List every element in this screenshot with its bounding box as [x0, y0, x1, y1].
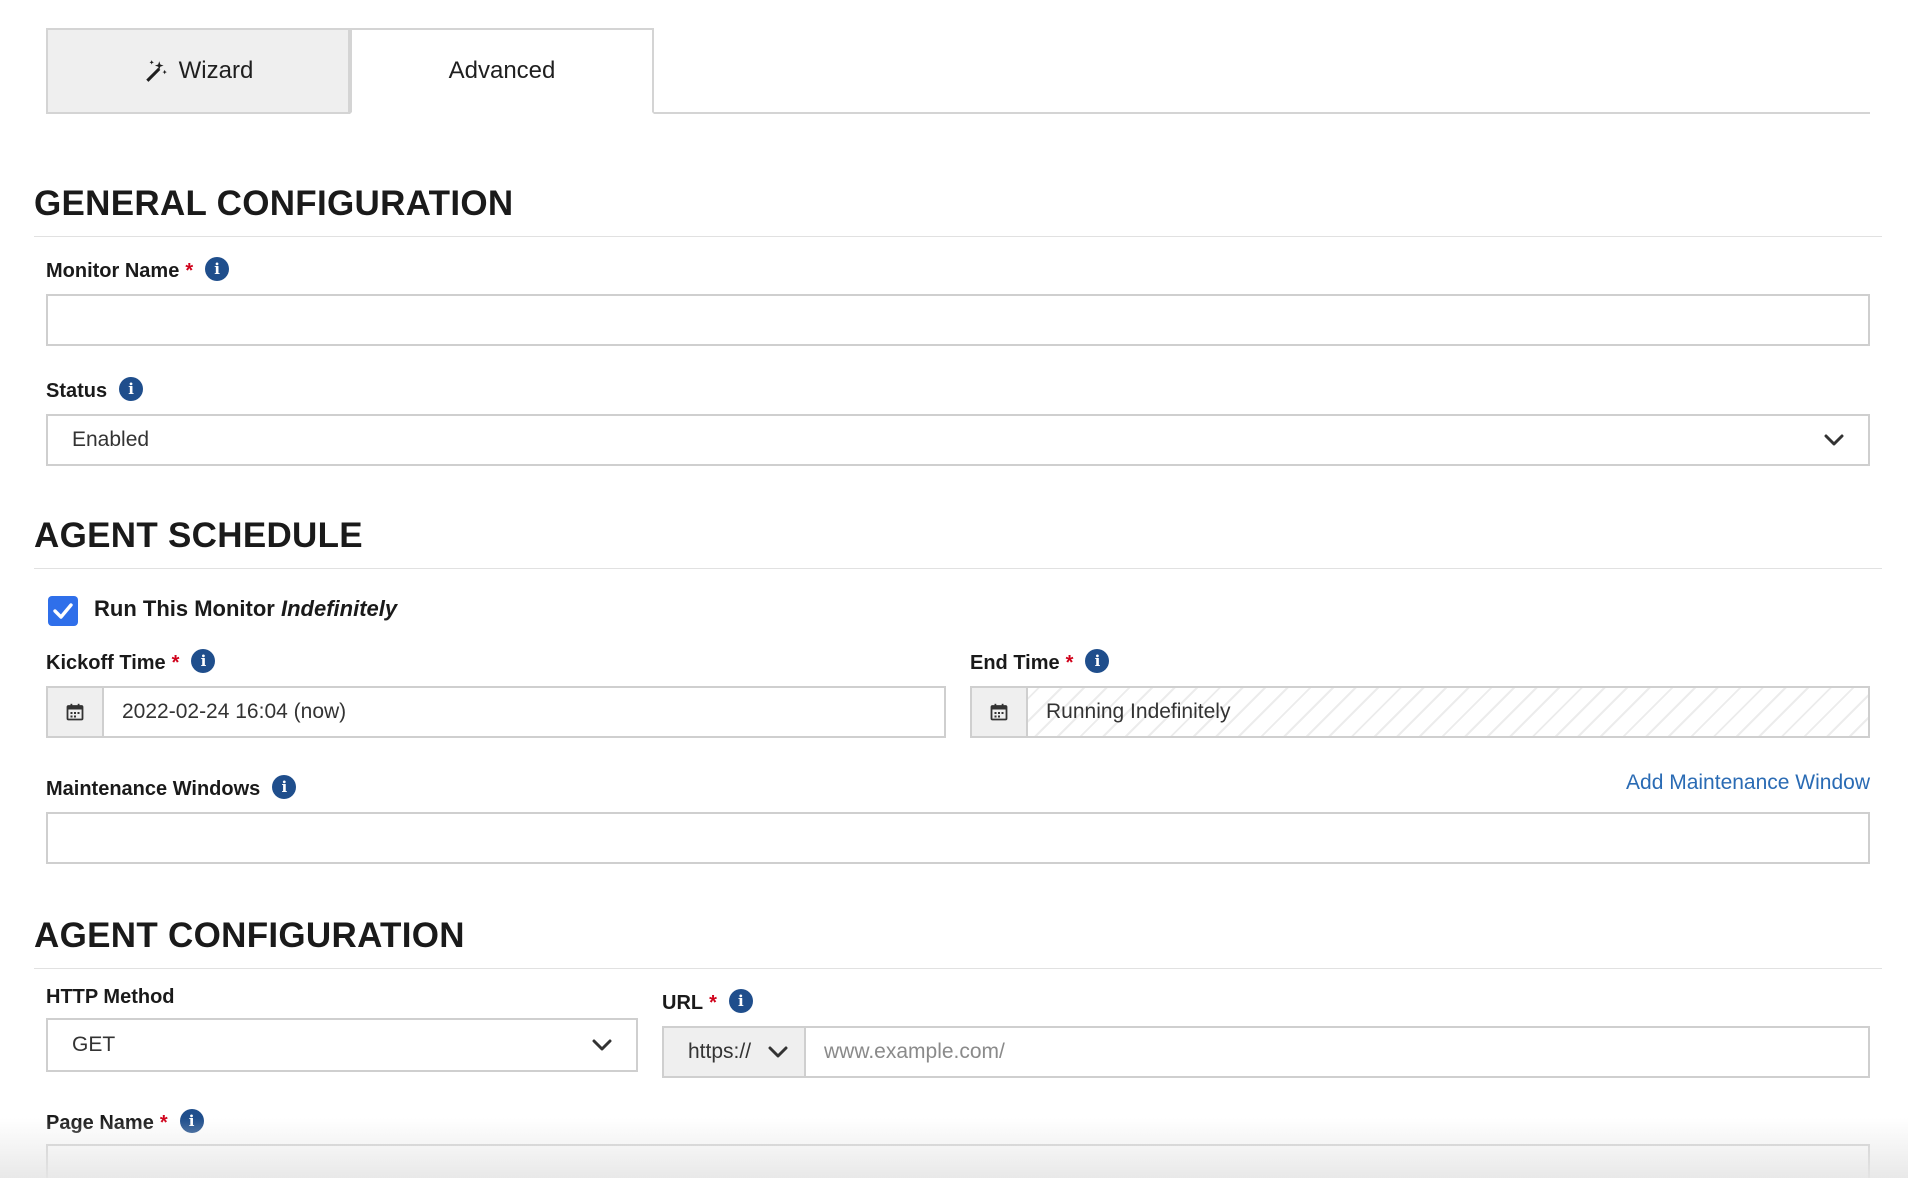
chevron-down-icon: [592, 1039, 612, 1051]
info-icon[interactable]: i: [119, 376, 144, 401]
maintenance-windows-field[interactable]: [46, 812, 1870, 864]
checkmark-icon: [53, 603, 73, 619]
end-time-label-text: End Time: [970, 652, 1060, 674]
kickoff-time-label-text: Kickoff Time: [46, 652, 166, 674]
run-indefinitely-prefix: Run This Monitor: [94, 596, 275, 621]
info-icon[interactable]: i: [205, 256, 230, 281]
url-input[interactable]: [806, 1028, 1868, 1076]
monitor-config-form: Wizard Advanced GENERAL CONFIGURATION Mo…: [0, 0, 1908, 1178]
mode-tabs: Wizard Advanced: [46, 28, 1870, 114]
required-asterisk: *: [1065, 652, 1074, 674]
http-method-select[interactable]: GET: [46, 1018, 638, 1072]
info-icon[interactable]: i: [191, 648, 216, 673]
chevron-down-icon: [768, 1046, 788, 1058]
url-protocol-select[interactable]: https://: [664, 1028, 806, 1076]
calendar-icon: [66, 703, 84, 721]
run-indefinitely-checkbox[interactable]: [48, 596, 78, 626]
tab-advanced-label: Advanced: [448, 57, 556, 84]
url-input-wrapper: [806, 1028, 1868, 1076]
status-label: Status i: [46, 376, 144, 403]
section-divider: [34, 568, 1882, 569]
url-label: URL * i: [662, 988, 753, 1015]
required-asterisk: *: [171, 652, 180, 674]
info-icon[interactable]: i: [1085, 648, 1110, 673]
run-indefinitely-emphasis: Indefinitely: [280, 596, 398, 621]
monitor-name-label-text: Monitor Name: [46, 260, 180, 282]
section-divider: [34, 968, 1882, 969]
kickoff-time-field[interactable]: 2022-02-24 16:04 (now): [46, 686, 946, 738]
url-label-text: URL: [662, 992, 704, 1014]
tab-wizard-label: Wizard: [178, 57, 254, 84]
maintenance-windows-label: Maintenance Windows i: [46, 774, 297, 801]
monitor-name-label: Monitor Name * i: [46, 256, 230, 283]
status-selected-value: Enabled: [72, 428, 150, 451]
maintenance-windows-label-text: Maintenance Windows: [46, 778, 261, 800]
url-protocol-value: https://: [688, 1040, 752, 1063]
end-time-value: Running Indefinitely: [1046, 700, 1231, 723]
http-method-label-text: HTTP Method: [46, 986, 175, 1008]
http-method-selected-value: GET: [72, 1033, 116, 1056]
end-calendar-button: [972, 688, 1028, 736]
page-name-label-text: Page Name: [46, 1112, 154, 1134]
info-icon[interactable]: i: [272, 774, 297, 799]
page-name-label: Page Name * i: [46, 1108, 204, 1135]
kickoff-time-label: Kickoff Time * i: [46, 648, 216, 675]
end-time-label: End Time * i: [970, 648, 1110, 675]
section-title-schedule: AGENT SCHEDULE: [34, 516, 363, 555]
tab-wizard[interactable]: Wizard: [46, 28, 350, 114]
page-name-field[interactable]: [46, 1144, 1870, 1178]
monitor-name-field[interactable]: [46, 294, 1870, 346]
required-asterisk: *: [159, 1112, 168, 1134]
kickoff-time-value[interactable]: 2022-02-24 16:04 (now): [122, 688, 346, 736]
info-icon[interactable]: i: [728, 988, 753, 1013]
status-label-text: Status: [46, 380, 108, 402]
end-time-field: Running Indefinitely: [970, 686, 1870, 738]
status-select[interactable]: Enabled: [46, 414, 1870, 466]
section-title-agent: AGENT CONFIGURATION: [34, 916, 465, 955]
http-method-label: HTTP Method: [46, 986, 175, 1009]
required-asterisk: *: [709, 992, 717, 1014]
chevron-down-icon: [1824, 434, 1844, 446]
calendar-icon: [990, 703, 1008, 721]
monitor-name-input[interactable]: [48, 296, 1868, 344]
section-divider: [34, 236, 1882, 237]
magic-wand-icon: [145, 60, 167, 82]
url-field: https://: [662, 1026, 1870, 1078]
required-asterisk: *: [185, 260, 194, 282]
add-maintenance-window-link[interactable]: Add Maintenance Window: [1626, 771, 1870, 795]
run-indefinitely-label[interactable]: Run This Monitor Indefinitely: [94, 596, 397, 622]
kickoff-calendar-button[interactable]: [48, 688, 104, 736]
tab-advanced[interactable]: Advanced: [350, 28, 654, 114]
section-title-general: GENERAL CONFIGURATION: [34, 184, 514, 223]
info-icon[interactable]: i: [179, 1108, 204, 1133]
